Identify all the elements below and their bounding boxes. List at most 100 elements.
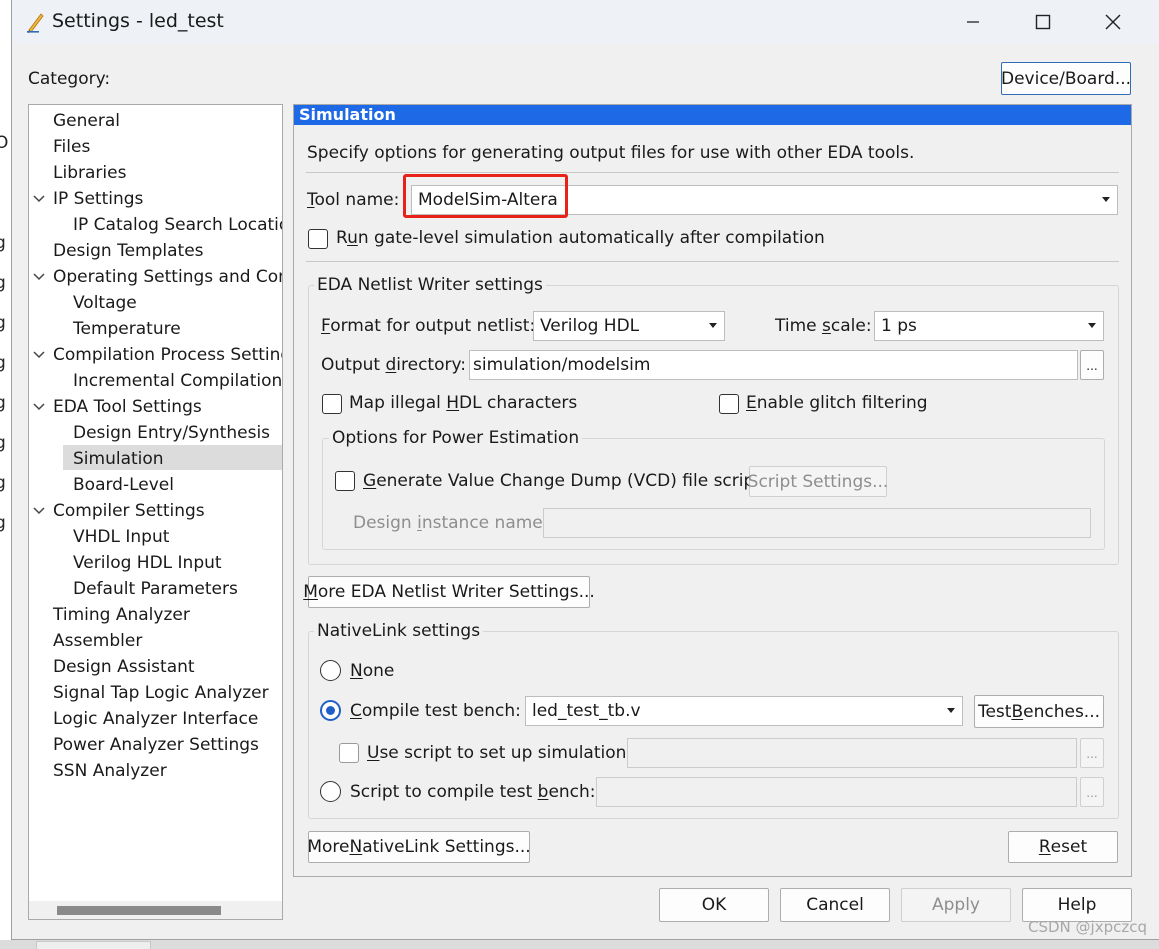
map-illegal-checkbox[interactable] [322,394,342,414]
tree-item[interactable]: Compilation Process Settings [53,343,282,367]
use-script-input[interactable] [627,738,1077,768]
tree-horizontal-scrollbar[interactable] [29,901,282,919]
design-instance-input[interactable] [543,508,1091,538]
tree-item[interactable]: Operating Settings and Conditions [53,265,282,289]
tree-item[interactable]: Libraries [53,161,126,185]
cancel-button[interactable]: Cancel [780,888,890,922]
chevron-down-icon[interactable] [33,265,47,289]
glitch-filtering-checkbox[interactable] [719,394,739,414]
format-dropdown[interactable]: Verilog HDL [533,311,725,341]
tree-item[interactable]: Files [53,135,90,159]
background-glyph: g [0,513,6,533]
reset-button[interactable]: Reset [1008,831,1118,863]
script-compile-radio[interactable] [320,781,341,802]
format-label: Format for output netlist: [321,316,536,336]
background-glyph: g [0,433,6,453]
tree-item[interactable]: VHDL Input [73,525,169,549]
taskbar-tab[interactable] [36,941,151,949]
compile-test-bench-label[interactable]: Compile test bench: [350,701,521,721]
tree-item[interactable]: General [53,109,120,133]
script-compile-input[interactable] [596,777,1077,807]
compile-test-bench-dropdown[interactable]: led_test_tb.v [525,696,963,726]
tree-item[interactable]: IP Settings [53,187,143,211]
taskbar-strip [0,940,1159,949]
background-glyph: g [0,473,6,493]
none-radio[interactable] [320,660,341,681]
quartus-settings-icon [27,13,44,33]
tree-item[interactable]: Simulation [73,447,164,471]
tree-item[interactable]: Assembler [53,629,142,653]
test-benches-button[interactable]: Test Benches... [974,695,1104,728]
tree-item[interactable]: Design Assistant [53,655,195,679]
watermark: CSDN @jxpczcq [1028,918,1147,936]
map-illegal-label[interactable]: Map illegal HDL characters [349,393,577,413]
time-scale-value: 1 ps [881,316,917,336]
vcd-checkbox[interactable] [335,471,355,491]
script-compile-label[interactable]: Script to compile test bench: [350,782,596,802]
eda-netlist-group-title: EDA Netlist Writer settings [314,275,546,295]
more-eda-settings-button[interactable]: More EDA Netlist Writer Settings... [303,576,595,608]
device-board-button[interactable]: Device/Board... [1001,62,1131,95]
run-gate-level-label[interactable]: Run gate-level simulation automatically … [336,228,825,248]
tool-name-label: Tool name: [307,190,400,210]
chevron-down-icon [1102,197,1110,202]
chevron-down-icon[interactable] [33,395,47,419]
use-script-label[interactable]: Use script to set up simulation: [367,743,632,763]
vcd-label[interactable]: Generate Value Change Dump (VCD) file sc… [363,471,761,491]
tree-item[interactable]: Verilog HDL Input [73,551,222,575]
tree-item[interactable]: Compiler Settings [53,499,205,523]
tree-item[interactable]: Design Templates [53,239,204,263]
time-scale-dropdown[interactable]: 1 ps [874,311,1104,341]
chevron-down-icon[interactable] [33,499,47,523]
tree-item[interactable]: Logic Analyzer Interface [53,707,258,731]
run-gate-level-checkbox[interactable] [308,229,328,249]
tree-item[interactable]: IP Catalog Search Locations [73,213,282,237]
tree-item[interactable]: Timing Analyzer [53,603,190,627]
ok-button[interactable]: OK [659,888,769,922]
design-instance-label: Design instance name: [353,513,549,533]
chevron-down-icon[interactable] [33,187,47,211]
use-script-browse-button[interactable]: ... [1080,738,1104,768]
nativelink-group-title: NativeLink settings [314,621,484,641]
compile-test-bench-radio[interactable] [320,700,341,721]
tree-item[interactable]: SSN Analyzer [53,759,167,783]
tree-item[interactable]: Voltage [73,291,137,315]
tree-item[interactable]: Temperature [73,317,181,341]
script-settings-button[interactable]: Script Settings... [748,466,888,497]
minimize-icon [967,21,979,23]
title-bar: Settings - led_test [12,0,1159,44]
tree-item[interactable]: Default Parameters [73,577,238,601]
script-compile-browse-button[interactable]: ... [1080,777,1104,807]
close-button[interactable] [1078,0,1148,44]
annotation-highlight-box [403,174,568,218]
tree-item[interactable]: Power Analyzer Settings [53,733,259,757]
background-glyph: g [0,313,6,333]
minimize-button[interactable] [938,0,1008,44]
glitch-filtering-label[interactable]: Enable glitch filtering [746,393,928,413]
time-scale-label: Time scale: [775,316,872,336]
none-label[interactable]: None [350,661,394,681]
tree-item[interactable]: EDA Tool Settings [53,395,202,419]
power-estimation-title: Options for Power Estimation [329,428,583,448]
scrollbar-thumb[interactable] [57,906,221,915]
tree-item[interactable]: Board-Level [73,473,174,497]
background-glyph: O [0,133,9,153]
output-directory-input[interactable]: simulation/modelsim [469,350,1078,380]
help-button[interactable]: Help [1022,888,1132,922]
close-icon [1105,14,1121,30]
output-directory-browse-button[interactable]: ... [1080,350,1104,380]
apply-button[interactable]: Apply [901,888,1011,922]
tree-item[interactable]: Signal Tap Logic Analyzer [53,681,269,705]
category-tree[interactable]: General Files Libraries IP Settings IP Catal… [28,104,283,920]
compile-test-bench-value: led_test_tb.v [532,701,641,721]
separator [306,261,1119,262]
chevron-down-icon [1088,323,1096,328]
tree-item[interactable]: Incremental Compilation [73,369,282,393]
chevron-down-icon[interactable] [33,343,47,367]
tree-item[interactable]: Design Entry/Synthesis [73,421,270,445]
simulation-panel: Simulation Specify options for generatin… [293,104,1132,877]
more-nativelink-settings-button[interactable]: More NativeLink Settings... [307,831,531,863]
maximize-button[interactable] [1008,0,1078,44]
use-script-checkbox[interactable] [339,743,359,763]
format-value: Verilog HDL [540,316,640,336]
